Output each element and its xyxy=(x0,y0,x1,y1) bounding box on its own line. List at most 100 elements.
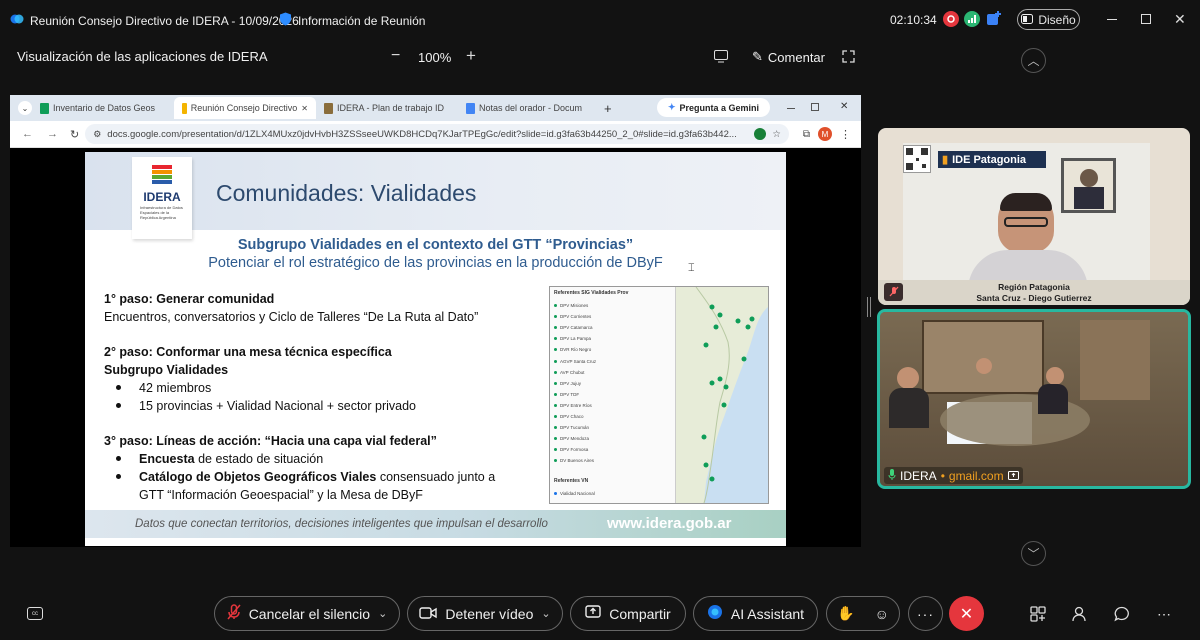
map-pin-icon xyxy=(721,402,727,408)
bullet-bold-text: Encuesta xyxy=(139,452,195,466)
gemini-label: Pregunta a Gemini xyxy=(679,102,760,113)
map-pin-icon xyxy=(745,324,751,330)
legend-item-label: DPV Misiones xyxy=(560,303,589,309)
participants-icon[interactable] xyxy=(1068,602,1092,626)
new-tab-icon[interactable]: + xyxy=(604,101,612,116)
annotate-icon[interactable] xyxy=(714,50,728,66)
step1-text: Encuentros, conversatorios y Ciclo de Ta… xyxy=(104,310,479,324)
forward-icon[interactable]: → xyxy=(47,128,58,140)
legend-item: DPV Catamarca xyxy=(554,322,672,333)
layout-button[interactable]: Diseño xyxy=(1017,9,1080,30)
chat-icon[interactable] xyxy=(1110,602,1134,626)
share-title: Visualización de las aplicaciones de IDE… xyxy=(17,49,268,64)
browser-restore-icon[interactable] xyxy=(811,103,819,111)
minimize-icon[interactable] xyxy=(1107,19,1117,20)
back-icon[interactable]: ← xyxy=(22,128,33,140)
zoom-level: 100% xyxy=(418,50,452,65)
share-button[interactable]: Compartir xyxy=(570,596,686,631)
browser-close-icon[interactable]: ✕ xyxy=(840,101,848,112)
layout-icon xyxy=(1021,13,1034,27)
meeting-info-link[interactable]: Información de Reunión xyxy=(279,12,425,29)
map-pin-icon xyxy=(554,403,557,407)
zoom-out-icon[interactable]: − xyxy=(391,47,400,65)
scroll-up-icon[interactable]: ︿ xyxy=(1021,48,1046,73)
ai-assistant-button[interactable]: AI Assistant xyxy=(693,596,818,631)
person-left-body xyxy=(889,388,929,428)
fullscreen-icon[interactable] xyxy=(842,50,855,66)
star-icon[interactable]: ☆ xyxy=(772,129,781,140)
recording-icon[interactable] xyxy=(943,11,959,27)
zoom-in-icon[interactable]: + xyxy=(466,46,476,66)
apps-badge-icon[interactable] xyxy=(986,11,1002,27)
browser-minimize-icon[interactable] xyxy=(787,108,795,109)
apps-grid-icon[interactable] xyxy=(1026,602,1050,626)
legend-item: AGVP Santa Cruz xyxy=(554,355,672,366)
legend-item-label: DV Buenos Aires xyxy=(560,458,595,464)
tab-close-icon[interactable]: ✕ xyxy=(301,104,308,113)
chevron-down-icon[interactable]: ⌄ xyxy=(541,607,550,620)
slides-icon xyxy=(182,102,187,114)
stop-video-button[interactable]: Detener vídeo ⌄ xyxy=(407,596,563,631)
ai-assistant-icon xyxy=(707,604,723,623)
restore-icon[interactable] xyxy=(1141,14,1151,24)
map-pin-icon xyxy=(741,356,747,362)
tab-label: Inventario de Datos Geos xyxy=(53,103,156,113)
slide-subtitle-2: Potenciar el rol estratégico de las prov… xyxy=(208,255,663,271)
share-screen-icon xyxy=(585,605,601,622)
browser-tab-1[interactable]: Inventario de Datos Geos xyxy=(32,97,174,119)
leave-meeting-button[interactable]: ✕ xyxy=(949,596,984,631)
legend-item-label: DPV Corrientes xyxy=(560,314,592,320)
legend-item: DPV La Pampa xyxy=(554,333,672,344)
caption-line-1: Región Patagonia xyxy=(998,282,1070,292)
raise-hand-icon[interactable]: ✋ xyxy=(837,605,854,622)
network-health-icon[interactable] xyxy=(964,11,980,27)
ai-assistant-label: AI Assistant xyxy=(730,605,805,622)
idera-logo: IDERA Infraestructura de Datos Espaciale… xyxy=(132,157,192,239)
slide-subtitle-1: Subgrupo Vialidades en el contexto del G… xyxy=(237,237,634,253)
mic-muted-icon xyxy=(227,604,241,623)
scroll-down-icon[interactable]: ﹀ xyxy=(1021,541,1046,566)
map-pin-icon xyxy=(554,348,557,352)
legend-item-label: DPV Chaco xyxy=(560,413,584,419)
video-tile-patagonia[interactable]: ▮ IDE Patagonia Región Patagonia Santa C… xyxy=(878,128,1190,305)
legend-item: DPV Chaco xyxy=(554,411,672,422)
panel-resize-handle[interactable] xyxy=(867,297,871,317)
browser-tab-3[interactable]: IDERA - Plan de trabajo ID xyxy=(316,97,458,119)
legend-item: DPV Corrientes xyxy=(554,311,672,322)
extensions-puzzle-icon[interactable]: ⧉ xyxy=(803,129,810,140)
stop-video-label: Detener vídeo xyxy=(445,605,534,622)
url-field[interactable]: ⚙ docs.google.com/presentation/d/1ZLX4MU… xyxy=(85,124,789,144)
browser-tab-4[interactable]: Notas del orador - Docum xyxy=(458,97,600,119)
browser-menu-icon[interactable]: ⋮ xyxy=(840,128,851,141)
slide-title: Comunidades: Vialidades xyxy=(216,180,477,206)
sheets-icon xyxy=(40,102,49,114)
more-options-button[interactable]: ··· xyxy=(908,596,943,631)
comment-button[interactable]: ✎ Comentar xyxy=(752,49,825,65)
bullet-bold-text: Catálogo de Objetos Geográficos Viales xyxy=(139,470,377,484)
video-tile-idera[interactable]: IDERA • gmail.com xyxy=(877,309,1191,489)
person-left xyxy=(897,367,919,389)
legend-item: DPV Formosa xyxy=(554,444,672,455)
map-pin-icon xyxy=(723,384,729,390)
browser-tab-2[interactable]: Reunión Consejo Directivo ✕ xyxy=(174,97,316,119)
legend-item: DPV Entre Ríos xyxy=(554,400,672,411)
docs-icon xyxy=(466,102,475,114)
step2-bullet: 15 provincias + Vialidad Nacional + sect… xyxy=(104,397,554,415)
legend-item: DPV TDF xyxy=(554,389,672,400)
legend-item-label: DPV La Pampa xyxy=(560,336,592,342)
profile-avatar[interactable]: M xyxy=(818,127,832,141)
bullet-text: consensuado junto a xyxy=(376,470,496,484)
map-legend: Referentes SIG Vialidades Prov DPV Misio… xyxy=(550,287,676,503)
legend-item-label: DPV TDF xyxy=(560,391,580,397)
close-window-icon[interactable]: ✕ xyxy=(1174,11,1186,28)
unmute-button[interactable]: Cancelar el silencio ⌄ xyxy=(214,596,400,631)
extension-icon[interactable] xyxy=(754,128,767,140)
more-panels-icon[interactable]: ⋯ xyxy=(1152,602,1176,626)
tab-search-icon[interactable]: ⌄ xyxy=(18,101,32,115)
gemini-button[interactable]: ✦ Pregunta a Gemini xyxy=(657,98,770,117)
map-pin-icon xyxy=(717,312,723,318)
captions-icon[interactable]: cc xyxy=(27,607,43,620)
chevron-down-icon[interactable]: ⌄ xyxy=(378,607,387,620)
emoji-reaction-icon[interactable]: ☺ xyxy=(875,606,889,622)
reload-icon[interactable]: ↻ xyxy=(70,128,79,141)
